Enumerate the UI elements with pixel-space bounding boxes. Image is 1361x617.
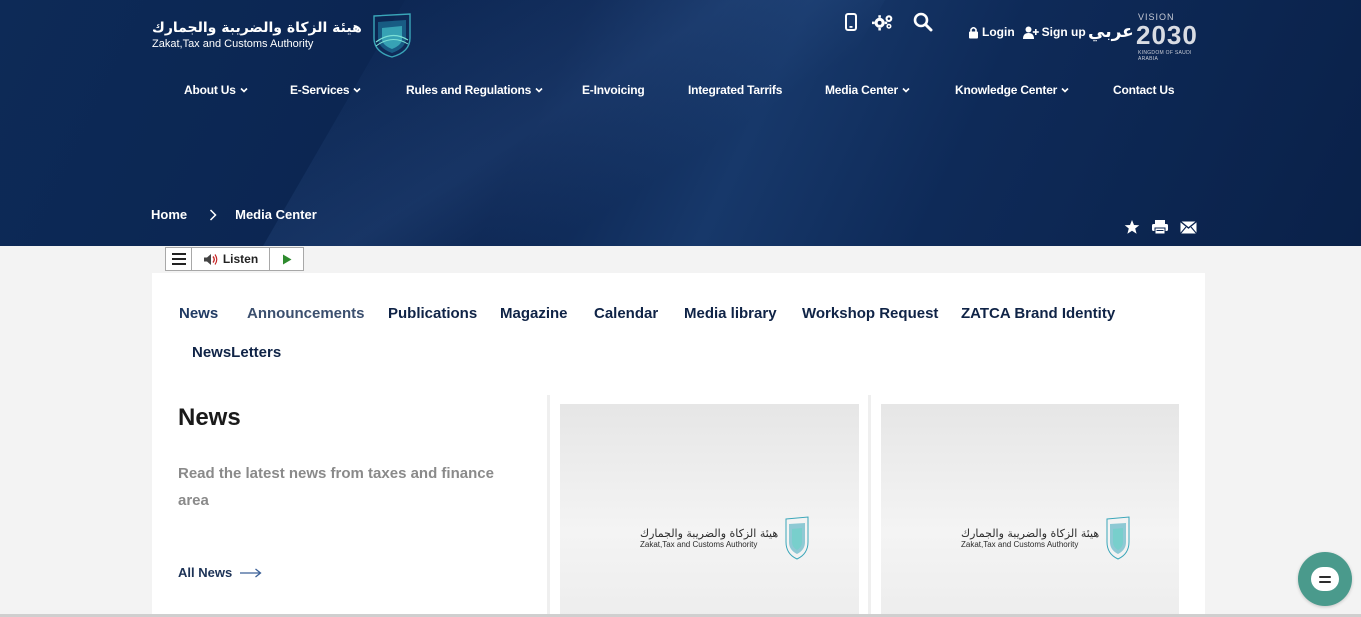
card-logo-text: هيئة الزكاة والضريبة والجمارك Zakat,Tax … [640,527,778,550]
user-plus-icon [1022,26,1039,39]
news-card[interactable]: هيئة الزكاة والضريبة والجمارك Zakat,Tax … [560,404,859,617]
chat-button[interactable] [1298,552,1352,606]
nav-about-us[interactable]: About Us [184,83,248,97]
logo-text: هيئة الزكاة والضريبة والجمارك Zakat,Tax … [152,19,362,51]
column-divider [868,395,871,617]
gears-icon[interactable] [872,11,894,33]
chevron-down-icon [1061,87,1069,93]
speaker-icon [203,253,218,265]
signup-label: Sign up [1041,25,1086,39]
site-logo[interactable]: هيئة الزكاة والضريبة والجمارك Zakat,Tax … [152,12,414,58]
card-logo-ar: هيئة الزكاة والضريبة والجمارك [640,526,779,540]
vision-caption: KINGDOM OF SAUDI ARABIA [1138,50,1192,62]
section-title: News [178,404,241,431]
listen-button[interactable]: Listen [192,248,270,270]
nav-label: Rules and Regulations [406,83,532,97]
breadcrumb: Home Media Center [151,207,317,222]
zatca-logo-icon [785,516,809,560]
zatca-logo-icon [1106,516,1130,560]
search-icon[interactable] [912,11,934,33]
card-logo: هيئة الزكاة والضريبة والجمارك Zakat,Tax … [640,516,810,560]
tab-media-library[interactable]: Media library [684,305,777,322]
news-card[interactable]: هيئة الزكاة والضريبة والجمارك Zakat,Tax … [881,404,1179,617]
nav-e-services[interactable]: E-Services [290,83,361,97]
play-button[interactable] [270,248,303,270]
login-link[interactable]: Login [968,25,1015,39]
share-tools [1123,218,1197,236]
tab-zatca-brand-identity[interactable]: ZATCA Brand Identity [961,305,1115,322]
nav-media-center[interactable]: Media Center [825,83,910,97]
main-navigation: About Us E-Services Rules and Regulation… [0,83,1361,101]
listen-widget: Listen [165,247,304,271]
tab-news[interactable]: News [179,305,218,322]
nav-e-invoicing[interactable]: E-Invoicing [582,83,645,97]
chevron-down-icon [535,87,543,93]
nav-label: Integrated Tarrifs [688,83,783,97]
signup-link[interactable]: Sign up [1022,25,1086,39]
listen-label: Listen [222,252,259,266]
tab-publications[interactable]: Publications [388,305,477,322]
zatca-logo-icon [373,13,411,58]
column-divider [547,395,550,617]
nav-label: Media Center [825,83,898,97]
logo-name-en: Zakat,Tax and Customs Authority [152,38,314,50]
card-logo-text: هيئة الزكاة والضريبة والجمارك Zakat,Tax … [961,527,1099,550]
nav-knowledge-center[interactable]: Knowledge Center [955,83,1069,97]
chevron-down-icon [240,87,248,93]
logo-name-ar: هيئة الزكاة والضريبة والجمارك [152,20,362,36]
listen-menu-button[interactable] [166,248,192,270]
mail-icon[interactable] [1179,218,1197,236]
all-news-link[interactable]: All News [178,565,262,580]
hamburger-icon [171,253,186,265]
chevron-down-icon [902,87,910,93]
card-logo: هيئة الزكاة والضريبة والجمارك Zakat,Tax … [961,516,1131,560]
nav-label: E-Services [290,83,350,97]
language-switch[interactable]: عربي [1088,22,1134,42]
nav-label: About Us [184,83,236,97]
star-icon[interactable] [1123,218,1141,236]
nav-label: Contact Us [1113,83,1175,97]
tab-announcements[interactable]: Announcements [247,305,365,322]
vision-2030-logo: VISION 2030 KINGDOM OF SAUDI ARABIA [1136,10,1206,62]
play-icon [282,254,291,264]
arrow-right-icon [240,567,262,578]
nav-label: E-Invoicing [582,83,645,97]
auth-links: Login Sign up [968,25,1086,39]
chat-bubble-icon [1311,567,1339,591]
tab-workshop-request[interactable]: Workshop Request [802,305,938,322]
breadcrumb-current: Media Center [235,207,317,222]
nav-rules-and-regulations[interactable]: Rules and Regulations [406,83,543,97]
tab-magazine[interactable]: Magazine [500,305,568,322]
login-label: Login [982,25,1015,39]
tab-calendar[interactable]: Calendar [594,305,658,322]
chevron-right-icon [209,208,217,221]
section-description: Read the latest news from taxes and fina… [178,465,494,509]
breadcrumb-home[interactable]: Home [151,207,187,222]
card-logo-ar: هيئة الزكاة والضريبة والجمارك [961,526,1100,540]
lock-icon [969,26,978,38]
card-logo-en: Zakat,Tax and Customs Authority [961,539,1079,549]
card-logo-en: Zakat,Tax and Customs Authority [640,539,758,549]
mobile-icon[interactable] [840,11,862,33]
vision-year: 2030 [1136,20,1198,50]
nav-contact-us[interactable]: Contact Us [1113,83,1175,97]
print-icon[interactable] [1151,218,1169,236]
nav-integrated-tarrifs[interactable]: Integrated Tarrifs [688,83,782,97]
all-news-label: All News [178,565,233,580]
chevron-down-icon [353,87,361,93]
nav-label: Knowledge Center [955,83,1058,97]
tab-newsletters[interactable]: NewsLetters [192,344,281,361]
